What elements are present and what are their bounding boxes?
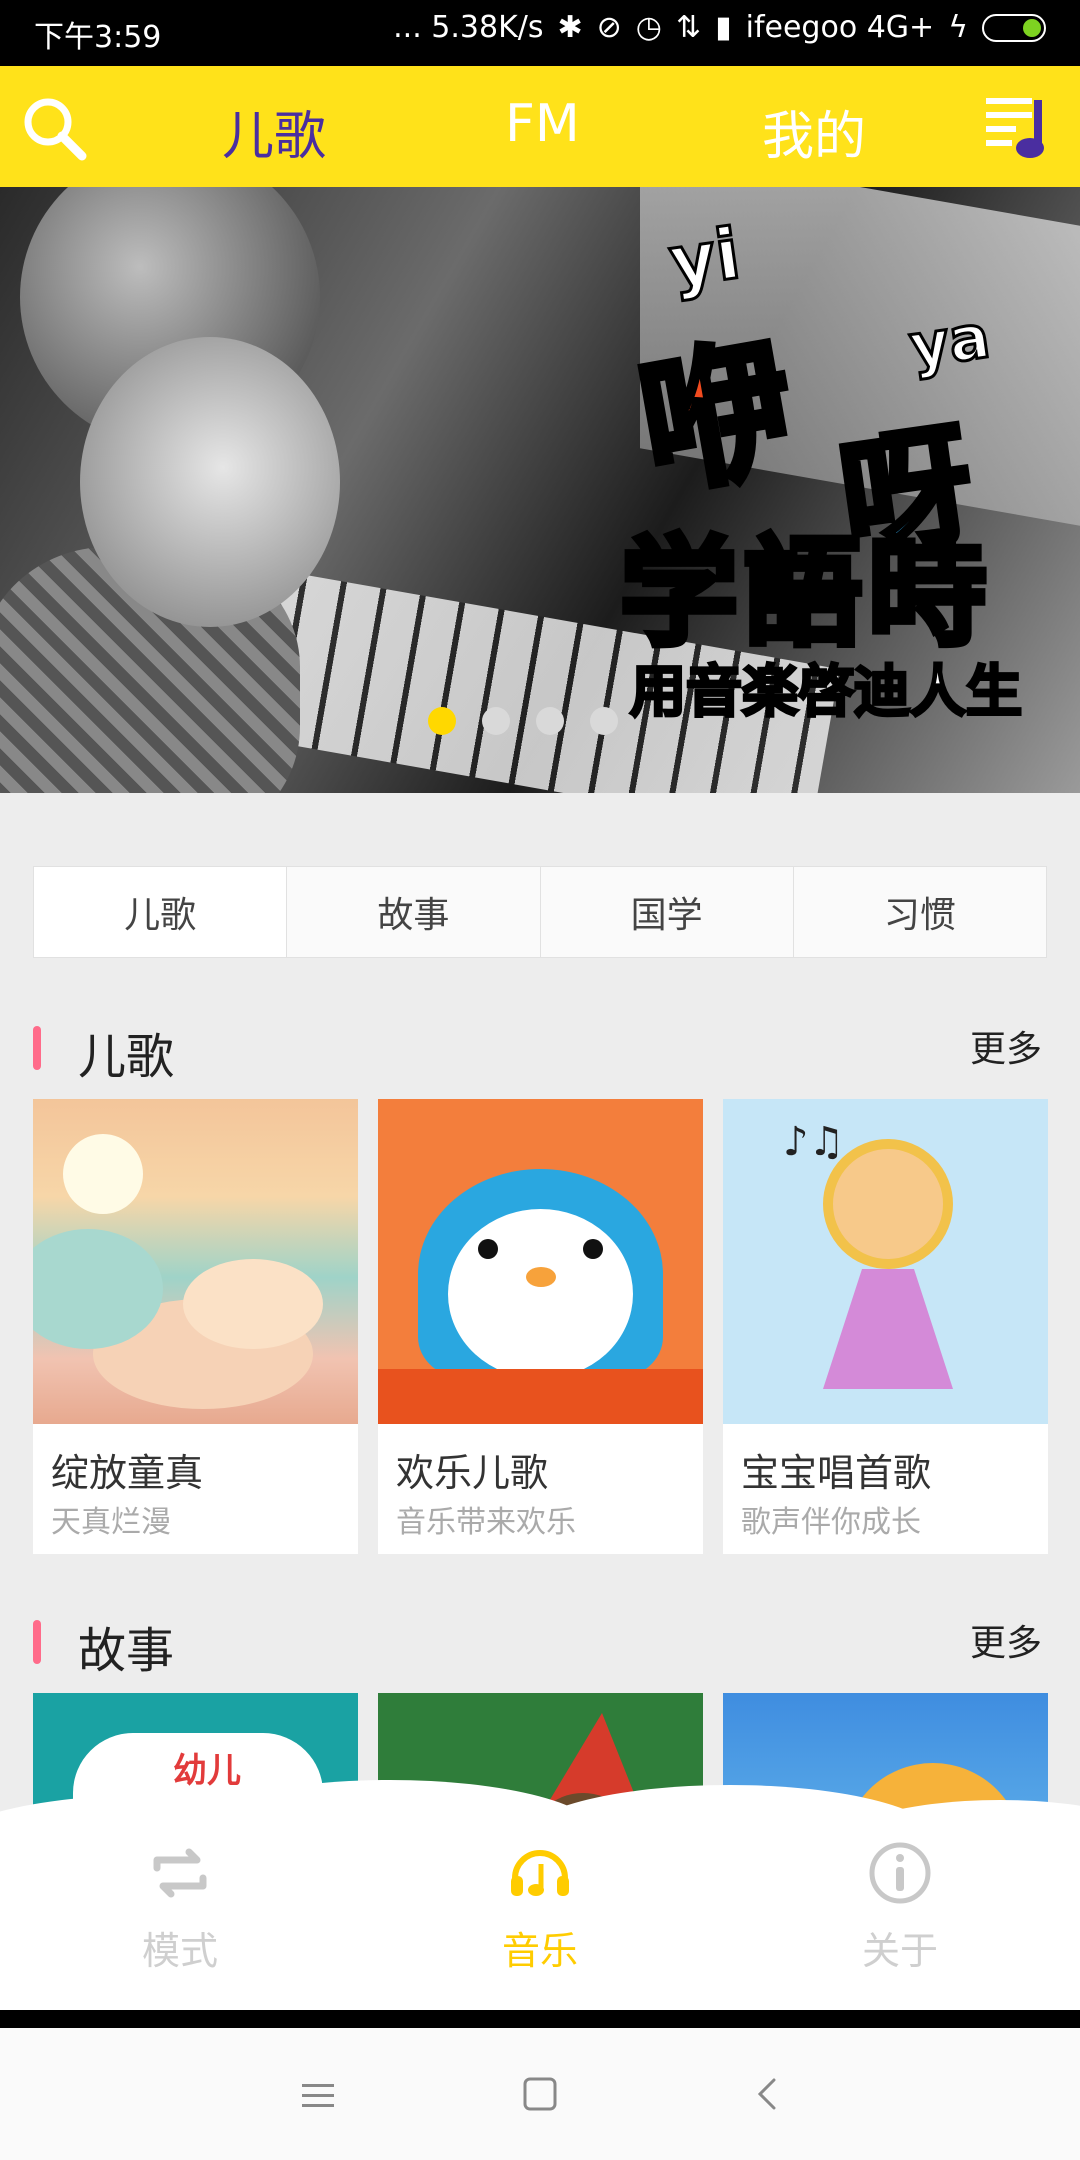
bottom-tab-music[interactable]: 音乐 (440, 1830, 640, 1975)
tab-fm[interactable]: FM (505, 94, 580, 154)
bottom-tab-label: 关于 (861, 1929, 938, 1973)
charging-icon: ϟ (948, 10, 968, 45)
repeat-icon (153, 1848, 207, 1898)
status-time: 下午3:59 (34, 20, 162, 55)
section-accent-bar (33, 1026, 41, 1070)
banner-carousel[interactable]: yi ya 咿 呀 学語時 用音楽啓迪人生 (0, 187, 1080, 793)
tab-children-songs[interactable]: 儿歌 (222, 94, 326, 169)
headphones-icon (511, 1850, 569, 1896)
back-icon[interactable] (750, 2076, 786, 2112)
category-tab-habits[interactable]: 习惯 (794, 867, 1046, 957)
category-tab-classics[interactable]: 国学 (541, 867, 794, 957)
section-title-stories: 故事 (78, 1623, 175, 1679)
card-subtitle: 天真烂漫 (51, 1505, 171, 1540)
banner-ya: ya (904, 300, 996, 383)
banner-headline-3: 学語時 (617, 521, 993, 665)
status-right: ... 5.38K/s ✱ ⊘ ◷ ⇅ ▮ ifeegoo 4G+ ϟ (393, 10, 1046, 45)
data-icon: ⇅ (675, 10, 702, 45)
song-card[interactable]: 绽放童真 天真烂漫 (33, 1099, 358, 1554)
carousel-dot[interactable] (536, 707, 564, 735)
top-nav: 儿歌 FM 我的 (0, 66, 1080, 187)
category-tab-songs[interactable]: 儿歌 (34, 867, 288, 957)
banner-slogan: 用音楽啓迪人生 (629, 659, 1024, 727)
alarm-icon: ◷ (635, 10, 662, 45)
card-image (378, 1099, 703, 1424)
card-title: 欢乐儿歌 (396, 1451, 549, 1495)
banner-baby (80, 337, 340, 627)
category-tabs: 儿歌 故事 国学 习惯 (33, 866, 1047, 958)
search-icon[interactable] (20, 94, 90, 164)
section-title-songs: 儿歌 (78, 1029, 175, 1085)
card-image: ♪♫ (723, 1099, 1048, 1424)
card-subtitle: 音乐带来欢乐 (396, 1505, 576, 1540)
song-card[interactable]: 欢乐儿歌 音乐带来欢乐 (378, 1099, 703, 1554)
bottom-tab-mode[interactable]: 模式 (80, 1830, 280, 1975)
bottom-tab-label: 音乐 (501, 1929, 578, 1973)
card-image (33, 1099, 358, 1424)
bluetooth-icon: ✱ (557, 10, 583, 45)
banner-yi: yi (663, 211, 746, 305)
playlist-icon[interactable] (984, 92, 1054, 162)
song-card[interactable]: ♪♫ 宝宝唱首歌 歌声伴你成长 (723, 1099, 1048, 1554)
android-nav-bar (0, 2010, 1080, 2160)
bottom-tab-about[interactable]: 关于 (800, 1830, 1000, 1975)
more-songs-link[interactable]: 更多 (970, 1020, 1042, 1072)
carousel-indicator (428, 707, 618, 735)
info-icon (869, 1842, 931, 1904)
card-title: 绽放童真 (51, 1451, 204, 1495)
carousel-dot[interactable] (428, 707, 456, 735)
signal-icon: ▮ (715, 10, 732, 45)
card-art-text: 幼儿 (173, 1751, 241, 1791)
bottom-tab-label: 模式 (141, 1929, 218, 1973)
tab-mine[interactable]: 我的 (762, 94, 866, 169)
section-accent-bar (33, 1620, 41, 1664)
more-stories-link[interactable]: 更多 (970, 1614, 1042, 1666)
mute-icon: ⊘ (596, 10, 622, 45)
menu-icon[interactable] (300, 2078, 336, 2114)
card-title: 宝宝唱首歌 (741, 1451, 932, 1495)
carousel-dot[interactable] (482, 707, 510, 735)
carousel-dot[interactable] (590, 707, 618, 735)
network-speed: ... 5.38K/s (393, 10, 544, 45)
battery-icon (982, 13, 1046, 42)
bottom-tab-bar: 模式 音乐 关于 (0, 1780, 1080, 2010)
category-tab-stories[interactable]: 故事 (287, 867, 541, 957)
home-icon[interactable] (522, 2076, 558, 2112)
card-subtitle: 歌声伴你成长 (741, 1505, 921, 1540)
carrier-label: ifeegoo 4G+ (745, 10, 935, 45)
status-bar: 下午3:59 ... 5.38K/s ✱ ⊘ ◷ ⇅ ▮ ifeegoo 4G+… (0, 0, 1080, 66)
